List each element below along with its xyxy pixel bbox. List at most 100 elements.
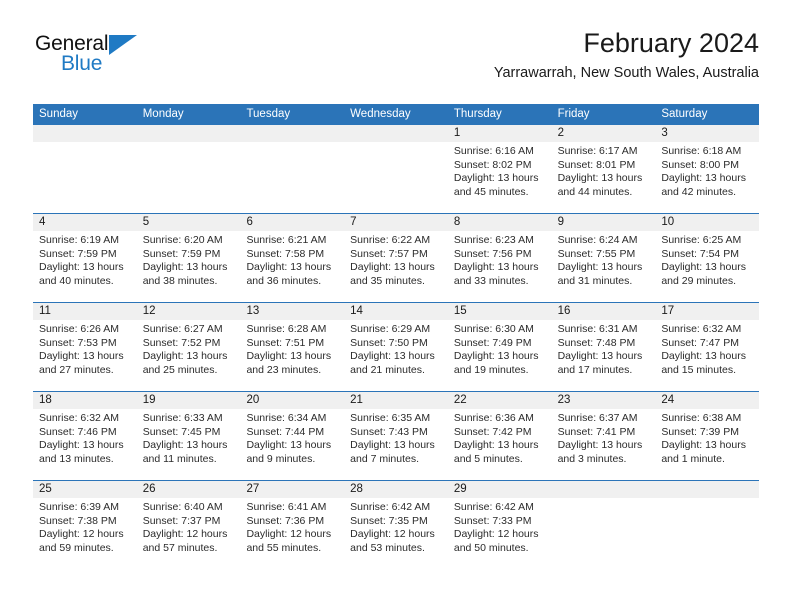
day-details: Sunrise: 6:18 AM Sunset: 8:00 PM Daylight:… bbox=[655, 142, 759, 199]
day-detail-line: Daylight: 13 hours bbox=[661, 172, 746, 185]
day-cell-empty bbox=[551, 481, 656, 569]
day-cell[interactable]: 12 Sunrise: 6:27 AM Sunset: 7:52 PM Dayligh… bbox=[136, 303, 241, 391]
day-cell[interactable]: 5 Sunrise: 6:20 AM Sunset: 7:59 PM Daylight… bbox=[136, 214, 241, 302]
day-cell[interactable]: 21 Sunrise: 6:35 AM Sunset: 7:43 PM Dayligh… bbox=[344, 392, 448, 480]
day-details: Sunrise: 6:34 AM Sunset: 7:44 PM Daylight:… bbox=[240, 409, 344, 466]
day-number bbox=[137, 125, 241, 142]
day-detail-line: Sunrise: 6:35 AM bbox=[350, 412, 431, 424]
day-cell[interactable]: 9 Sunrise: 6:24 AM Sunset: 7:55 PM Daylight… bbox=[551, 214, 656, 302]
day-number bbox=[655, 481, 759, 498]
day-cell[interactable]: 3 Sunrise: 6:18 AM Sunset: 8:00 PM Daylight… bbox=[655, 125, 760, 213]
day-cell[interactable]: 15 Sunrise: 6:30 AM Sunset: 7:49 PM Dayligh… bbox=[447, 303, 552, 391]
day-detail-line: Daylight: 13 hours bbox=[39, 439, 124, 452]
day-cell[interactable]: 25 Sunrise: 6:39 AM Sunset: 7:38 PM Dayligh… bbox=[33, 481, 137, 569]
day-cell[interactable]: 18 Sunrise: 6:32 AM Sunset: 7:46 PM Dayligh… bbox=[33, 392, 137, 480]
day-detail-line: Sunrise: 6:30 AM bbox=[453, 323, 534, 335]
calendar-grid: Sunday Monday Tuesday Wednesday Thursday Frid… bbox=[33, 104, 760, 569]
day-detail-line: Sunrise: 6:27 AM bbox=[142, 323, 223, 335]
day-detail-line: Sunset: 7:52 PM bbox=[142, 336, 221, 349]
day-cell-empty bbox=[33, 125, 137, 213]
day-detail-line: Sunset: 7:33 PM bbox=[453, 514, 532, 527]
day-detail-line: and 19 minutes. bbox=[453, 363, 529, 376]
day-detail-line: Sunrise: 6:21 AM bbox=[246, 234, 327, 246]
weekday-header-tuesday: Tuesday bbox=[246, 108, 291, 120]
day-detail-line: Sunrise: 6:41 AM bbox=[246, 501, 327, 513]
day-detail-line: Sunset: 8:00 PM bbox=[661, 158, 739, 171]
weekday-header-thursday: Thursday bbox=[453, 108, 502, 120]
day-number: 21 bbox=[350, 394, 363, 406]
day-cell[interactable]: 28 Sunrise: 6:42 AM Sunset: 7:35 PM Dayligh… bbox=[344, 481, 448, 569]
day-number: 9 bbox=[557, 216, 564, 228]
day-cell-empty bbox=[344, 125, 448, 213]
day-number: 22 bbox=[453, 394, 467, 406]
day-detail-line: Daylight: 12 hours bbox=[39, 528, 124, 541]
day-detail-line: Sunrise: 6:39 AM bbox=[39, 501, 119, 513]
day-details: Sunrise: 6:29 AM Sunset: 7:50 PM Daylight:… bbox=[344, 320, 448, 377]
day-detail-line: and 53 minutes. bbox=[350, 541, 425, 554]
day-detail-line: and 21 minutes. bbox=[350, 363, 425, 376]
day-detail-line: Daylight: 13 hours bbox=[142, 439, 228, 452]
day-cell[interactable]: 16 Sunrise: 6:31 AM Sunset: 7:48 PM Dayligh… bbox=[551, 303, 656, 391]
day-detail-line: Daylight: 13 hours bbox=[142, 350, 228, 363]
day-detail-line: Sunset: 7:44 PM bbox=[246, 425, 325, 438]
general-blue-logo[interactable]: General Blue bbox=[33, 32, 153, 82]
day-number bbox=[552, 481, 656, 498]
day-cell[interactable]: 26 Sunrise: 6:40 AM Sunset: 7:37 PM Dayligh… bbox=[136, 481, 241, 569]
day-cell[interactable]: 17 Sunrise: 6:32 AM Sunset: 7:47 PM Dayligh… bbox=[655, 303, 760, 391]
day-cell[interactable]: 2 Sunrise: 6:17 AM Sunset: 8:01 PM Daylight… bbox=[551, 125, 656, 213]
day-detail-line: Sunrise: 6:42 AM bbox=[453, 501, 534, 513]
day-detail-line: and 45 minutes. bbox=[453, 185, 529, 198]
day-detail-line: Daylight: 13 hours bbox=[39, 350, 124, 363]
day-cell[interactable]: 19 Sunrise: 6:33 AM Sunset: 7:45 PM Dayligh… bbox=[136, 392, 241, 480]
day-number: 13 bbox=[246, 305, 260, 317]
day-cell[interactable]: 13 Sunrise: 6:28 AM Sunset: 7:51 PM Dayligh… bbox=[240, 303, 345, 391]
day-cell[interactable]: 27 Sunrise: 6:41 AM Sunset: 7:36 PM Dayligh… bbox=[240, 481, 345, 569]
day-cell[interactable]: 11 Sunrise: 6:26 AM Sunset: 7:53 PM Dayligh… bbox=[33, 303, 137, 391]
day-number: 2 bbox=[557, 127, 564, 139]
calendar-weeks: 1 Sunrise: 6:16 AM Sunset: 8:02 PM Daylight… bbox=[33, 125, 760, 569]
calendar-week-cells: 18 Sunrise: 6:32 AM Sunset: 7:46 PM Dayligh… bbox=[33, 392, 760, 480]
day-detail-line: Sunset: 7:58 PM bbox=[246, 247, 325, 260]
day-cell[interactable]: 20 Sunrise: 6:34 AM Sunset: 7:44 PM Dayligh… bbox=[240, 392, 345, 480]
day-detail-line: and 42 minutes. bbox=[661, 185, 737, 198]
day-details: Sunrise: 6:37 AM Sunset: 7:41 PM Daylight:… bbox=[552, 409, 656, 466]
day-detail-line: Daylight: 13 hours bbox=[453, 439, 539, 452]
day-detail-line: Sunrise: 6:31 AM bbox=[557, 323, 638, 335]
day-cell[interactable]: 1 Sunrise: 6:16 AM Sunset: 8:02 PM Daylight… bbox=[447, 125, 552, 213]
day-details: Sunrise: 6:40 AM Sunset: 7:37 PM Daylight:… bbox=[137, 498, 241, 555]
day-cell[interactable]: 6 Sunrise: 6:21 AM Sunset: 7:58 PM Daylight… bbox=[240, 214, 345, 302]
day-detail-line: and 23 minutes. bbox=[246, 363, 322, 376]
day-detail-line: Sunrise: 6:36 AM bbox=[453, 412, 534, 424]
day-detail-line: Daylight: 13 hours bbox=[350, 261, 435, 274]
day-number: 5 bbox=[142, 216, 150, 228]
day-details: Sunrise: 6:33 AM Sunset: 7:45 PM Daylight:… bbox=[137, 409, 241, 466]
day-details: Sunrise: 6:36 AM Sunset: 7:42 PM Daylight:… bbox=[448, 409, 552, 466]
day-cell[interactable]: 14 Sunrise: 6:29 AM Sunset: 7:50 PM Dayligh… bbox=[344, 303, 448, 391]
day-number: 11 bbox=[39, 305, 51, 317]
day-detail-line: Daylight: 12 hours bbox=[246, 528, 332, 541]
day-detail-line: Daylight: 13 hours bbox=[246, 261, 332, 274]
day-detail-line: and 7 minutes. bbox=[350, 452, 420, 465]
day-details: Sunrise: 6:21 AM Sunset: 7:58 PM Daylight:… bbox=[240, 231, 344, 288]
day-details: Sunrise: 6:31 AM Sunset: 7:48 PM Daylight:… bbox=[552, 320, 656, 377]
day-cell[interactable]: 29 Sunrise: 6:42 AM Sunset: 7:33 PM Dayligh… bbox=[447, 481, 552, 569]
day-cell[interactable]: 22 Sunrise: 6:36 AM Sunset: 7:42 PM Dayligh… bbox=[447, 392, 552, 480]
day-number: 27 bbox=[246, 483, 260, 495]
day-cell[interactable]: 10 Sunrise: 6:25 AM Sunset: 7:54 PM Dayligh… bbox=[655, 214, 760, 302]
day-detail-line: Daylight: 12 hours bbox=[350, 528, 435, 541]
day-detail-line: Sunrise: 6:26 AM bbox=[39, 323, 119, 335]
day-details: Sunrise: 6:42 AM Sunset: 7:35 PM Daylight:… bbox=[344, 498, 448, 555]
day-detail-line: Daylight: 13 hours bbox=[661, 439, 746, 452]
day-detail-line: and 1 minute. bbox=[661, 452, 725, 465]
day-cell[interactable]: 23 Sunrise: 6:37 AM Sunset: 7:41 PM Dayligh… bbox=[551, 392, 656, 480]
day-detail-line: Sunset: 7:42 PM bbox=[453, 425, 532, 438]
day-cell[interactable]: 24 Sunrise: 6:38 AM Sunset: 7:39 PM Dayligh… bbox=[655, 392, 760, 480]
day-detail-line: Sunset: 7:50 PM bbox=[350, 336, 428, 349]
day-detail-line: Sunrise: 6:32 AM bbox=[39, 412, 119, 424]
day-cell[interactable]: 4 Sunrise: 6:19 AM Sunset: 7:59 PM Daylight… bbox=[33, 214, 137, 302]
day-detail-line: Sunset: 7:51 PM bbox=[246, 336, 325, 349]
day-detail-line: Sunrise: 6:17 AM bbox=[557, 145, 638, 157]
day-number: 3 bbox=[661, 127, 668, 139]
day-cell[interactable]: 7 Sunrise: 6:22 AM Sunset: 7:57 PM Daylight… bbox=[344, 214, 448, 302]
day-cell[interactable]: 8 Sunrise: 6:23 AM Sunset: 7:56 PM Daylight… bbox=[447, 214, 552, 302]
